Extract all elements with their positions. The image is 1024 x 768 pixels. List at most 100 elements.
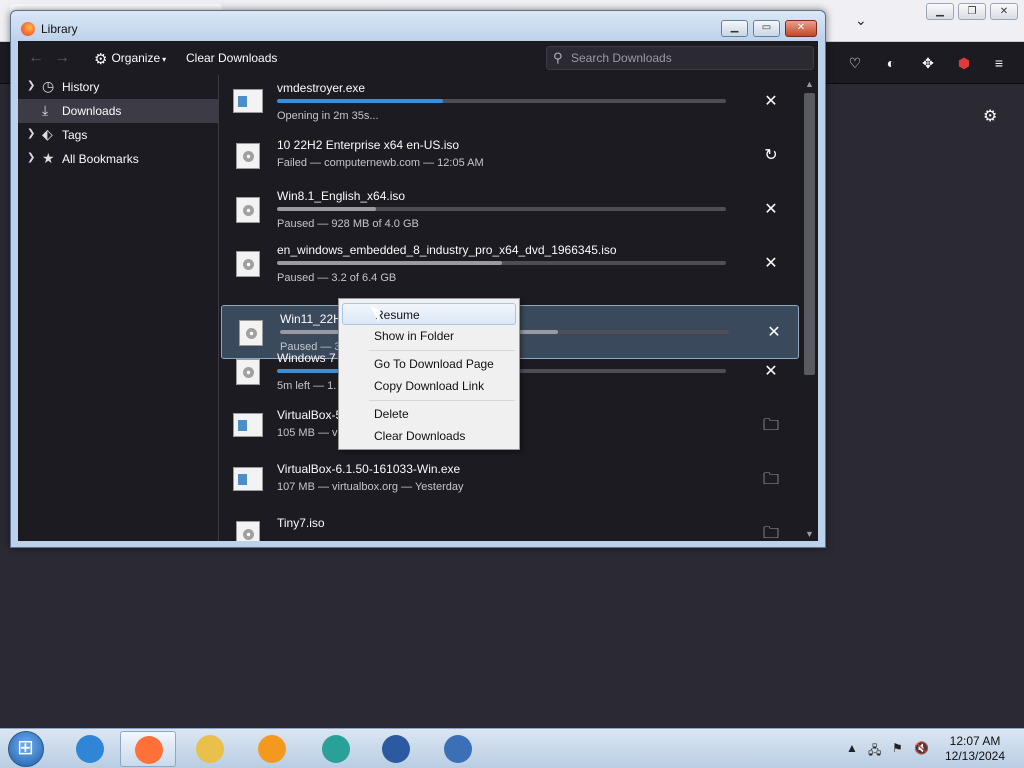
download-row[interactable]: vmdestroyer.exe Opening in 2m 35s... ✕: [219, 75, 801, 129]
folder-icon[interactable]: 🗀: [762, 471, 780, 489]
cancel-icon[interactable]: ✕: [762, 93, 780, 111]
executable-file-icon: [233, 89, 263, 113]
internet-explorer-icon: [76, 735, 104, 763]
disc-image-file-icon: [236, 359, 260, 385]
menu-item-copy-download-link[interactable]: Copy Download Link: [342, 375, 516, 397]
expand-arrow-icon[interactable]: ❯: [27, 80, 35, 91]
menu-item-clear-downloads[interactable]: Clear Downloads: [342, 425, 516, 447]
scrollbar-thumb[interactable]: [804, 93, 815, 375]
virtualbox-icon: [382, 735, 410, 763]
volume-muted-icon[interactable]: 🔇: [914, 741, 929, 755]
vm-app-icon: [322, 735, 350, 763]
taskbar-app-virtualbox[interactable]: [368, 731, 424, 767]
download-status: Failed — computernewb.com — 12:05 AM: [277, 157, 484, 169]
library-sidebar: ❯ ◷ History ⤓ Downloads ❯ ⬖ Tags ❯ ★ All…: [18, 75, 219, 541]
download-filename: vmdestroyer.exe: [277, 81, 366, 95]
cancel-icon[interactable]: ✕: [765, 324, 783, 342]
maximize-icon[interactable]: ▭: [753, 20, 780, 37]
firefox-icon: [135, 736, 163, 764]
menu-item-delete[interactable]: Delete: [342, 403, 516, 425]
download-row[interactable]: en_windows_embedded_8_industry_pro_x64_d…: [219, 237, 801, 291]
download-row[interactable]: 10 22H2 Enterprise x64 en-US.iso Failed —…: [219, 129, 801, 183]
library-titlebar[interactable]: Library ▁ ▭ ✕: [11, 11, 825, 41]
download-status: 105 MB — v: [277, 427, 338, 439]
contrast-icon[interactable]: ◐: [882, 54, 900, 72]
download-status: Opening in 2m 35s...: [277, 110, 379, 122]
close-icon[interactable]: ✕: [785, 20, 817, 37]
taskbar-app-firefox[interactable]: [120, 731, 176, 767]
taskbar: ▲ 🖧 ⚑ 🔇 12:07 AM 12/13/2024: [0, 728, 1024, 768]
hamburger-menu-icon[interactable]: ≡: [990, 54, 1008, 72]
close-icon[interactable]: ✕: [990, 3, 1018, 20]
library-toolbar: ← → ⚙ Organize ▾ Clear Downloads ⚲: [18, 41, 818, 75]
sidebar-item-history[interactable]: ❯ ◷ History: [18, 75, 218, 99]
menu-separator: [369, 400, 515, 401]
folder-icon[interactable]: 🗀: [762, 417, 780, 435]
minimize-icon[interactable]: ▁: [926, 3, 954, 20]
search-downloads-box[interactable]: ⚲: [546, 46, 814, 70]
pocket-icon[interactable]: ♡: [846, 54, 864, 72]
download-progress-bar: [277, 99, 726, 103]
organize-label: Organize: [111, 51, 161, 65]
action-center-flag-icon[interactable]: ⚑: [892, 741, 903, 755]
menu-item-resume[interactable]: Resume: [342, 303, 516, 325]
menu-item-go-to-download-page[interactable]: Go To Download Page: [342, 353, 516, 375]
retry-icon[interactable]: ↻: [762, 147, 780, 165]
search-input[interactable]: [571, 50, 807, 66]
menu-item-show-in-folder[interactable]: Show in Folder: [342, 325, 516, 347]
download-row[interactable]: VirtualBox-6.1.50-161033-Win.exe 107 MB —…: [219, 453, 801, 507]
taskbar-app-windows98[interactable]: [430, 731, 486, 767]
download-row[interactable]: Win8.1_English_x64.iso Paused — 928 MB of…: [219, 183, 801, 237]
cancel-icon[interactable]: ✕: [762, 255, 780, 273]
download-filename: 10 22H2 Enterprise x64 en-US.iso: [277, 138, 460, 152]
download-filename: VirtualBox-6.1.50-161033-Win.exe: [277, 462, 461, 476]
scrollbar[interactable]: ▲ ▼: [801, 75, 818, 541]
taskbar-clock[interactable]: 12:07 AM 12/13/2024: [944, 734, 1006, 764]
expand-arrow-icon[interactable]: ❯: [27, 128, 35, 139]
expand-arrow-icon[interactable]: ❯: [27, 152, 35, 163]
ublock-icon[interactable]: ⬢: [955, 54, 973, 72]
download-filename: en_windows_embedded_8_industry_pro_x64_d…: [277, 243, 617, 257]
firefox-logo-icon: [21, 22, 35, 36]
disc-image-file-icon: [236, 521, 260, 541]
cancel-icon[interactable]: ✕: [762, 201, 780, 219]
sidebar-item-tags[interactable]: ❯ ⬖ Tags: [18, 123, 218, 147]
minimize-icon[interactable]: ▁: [721, 20, 748, 37]
extensions-icon[interactable]: ✥: [919, 54, 937, 72]
forward-arrow-icon[interactable]: →: [54, 49, 70, 67]
chevron-down-icon[interactable]: ⌄: [855, 12, 867, 29]
scroll-down-icon[interactable]: ▼: [805, 529, 814, 539]
file-explorer-icon: [196, 735, 224, 763]
scroll-up-icon[interactable]: ▲: [805, 79, 814, 89]
download-status: Paused — 928 MB of 4.0 GB: [277, 218, 419, 230]
cancel-icon[interactable]: ✕: [762, 363, 780, 381]
organize-button[interactable]: ⚙ Organize ▾: [94, 50, 166, 68]
back-arrow-icon[interactable]: ←: [28, 49, 44, 67]
taskbar-app-file-explorer[interactable]: [182, 731, 238, 767]
media-player-icon: [258, 735, 286, 763]
folder-icon[interactable]: 🗀: [762, 525, 780, 541]
taskbar-app-vm-app[interactable]: [308, 731, 364, 767]
download-row[interactable]: Tiny7.iso 🗀: [219, 507, 801, 541]
windows98-icon: [444, 735, 472, 763]
sidebar-item-downloads[interactable]: ⤓ Downloads: [18, 99, 218, 123]
download-progress-fill: [277, 207, 376, 211]
disc-image-file-icon: [236, 197, 260, 223]
start-button[interactable]: [8, 731, 44, 767]
disc-image-file-icon: [236, 251, 260, 277]
disc-image-file-icon: [239, 320, 263, 346]
clear-downloads-button[interactable]: Clear Downloads: [186, 51, 277, 65]
search-icon: ⚲: [553, 50, 563, 65]
network-icon[interactable]: 🖧: [868, 741, 881, 762]
download-filename: Windows 7: [277, 351, 336, 365]
gear-icon: ⚙: [94, 51, 108, 68]
clock-icon: ◷: [42, 78, 55, 94]
show-hidden-icons-icon[interactable]: ▲: [846, 741, 858, 755]
taskbar-app-media-player[interactable]: [244, 731, 300, 767]
restore-icon[interactable]: ❐: [958, 3, 986, 20]
gear-icon[interactable]: ⚙: [983, 106, 997, 126]
taskbar-app-internet-explorer[interactable]: [62, 731, 118, 767]
executable-file-icon: [233, 413, 263, 437]
sidebar-item-all-bookmarks[interactable]: ❯ ★ All Bookmarks: [18, 147, 218, 171]
download-progress-bar: [277, 261, 726, 265]
